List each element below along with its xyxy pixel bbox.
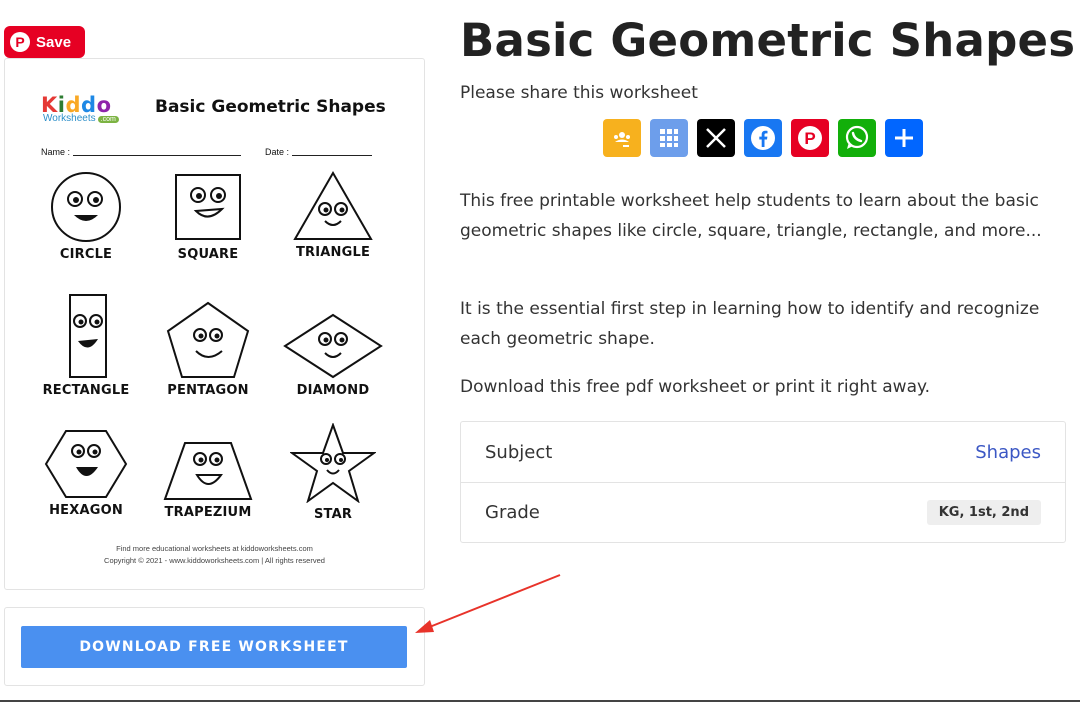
subject-link[interactable]: Shapes (975, 442, 1041, 463)
name-label: Name : (41, 147, 71, 157)
shape-label: HEXAGON (49, 503, 123, 518)
share-label: Please share this worksheet (460, 83, 698, 103)
shape-label: CIRCLE (59, 247, 113, 262)
worksheet-title: Basic Geometric Shapes (155, 97, 386, 117)
shape-square: SQUARE (148, 171, 268, 262)
grade-row: Grade KG, 1st, 2nd (461, 482, 1065, 542)
grid-icon (660, 129, 678, 147)
shape-triangle: TRIANGLE (273, 169, 393, 260)
shape-diamond: DIAMOND (273, 313, 393, 398)
logo-com: .com (97, 116, 119, 123)
classroom-icon (614, 132, 630, 147)
worksheet-meta-table: Subject Shapes Grade KG, 1st, 2nd (460, 421, 1066, 543)
shape-star: STAR (273, 423, 393, 522)
shape-trapezium: TRAPEZIUM (148, 441, 268, 520)
description-2: It is the essential first step in learni… (460, 299, 1040, 349)
svg-text:P: P (804, 129, 815, 148)
shape-circle: CIRCLE (26, 171, 146, 262)
footer-line-2: Copyright © 2021 - www.kiddoworksheets.c… (104, 556, 325, 565)
shape-hexagon: HEXAGON (26, 429, 146, 518)
microsoft-teams-share-button[interactable] (650, 119, 688, 157)
shape-label: SQUARE (177, 247, 239, 262)
grade-badge: KG, 1st, 2nd (926, 500, 1041, 525)
date-line (292, 147, 373, 156)
date-label: Date : (265, 147, 290, 157)
description-1: This free printable worksheet help stude… (460, 191, 1042, 241)
name-line (73, 147, 242, 156)
annotation-arrow-icon (415, 574, 561, 633)
share-button[interactable] (885, 119, 923, 157)
shape-label: RECTANGLE (42, 383, 130, 398)
download-card: DOWNLOAD FREE WORKSHEET (4, 607, 425, 686)
shape-label: STAR (313, 507, 353, 522)
shape-label: TRAPEZIUM (164, 505, 252, 520)
x-icon (706, 128, 726, 148)
page-title: Basic Geometric Shapes (460, 14, 1076, 67)
pinterest-share-button[interactable]: P (791, 119, 829, 157)
google-classroom-share-button[interactable] (603, 119, 641, 157)
download-button[interactable]: DOWNLOAD FREE WORKSHEET (21, 626, 407, 668)
shape-label: DIAMOND (296, 383, 370, 398)
description-3: Download this free pdf worksheet or prin… (460, 377, 931, 397)
shape-pentagon: PENTAGON (148, 301, 268, 398)
x-share-button[interactable] (697, 119, 735, 157)
pinterest-save-button[interactable]: P Save (4, 26, 85, 58)
share-buttons: P (603, 119, 923, 157)
pinterest-icon: P (798, 126, 822, 150)
worksheet-footer: Find more educational worksheets at kidd… (5, 543, 424, 567)
whatsapp-share-button[interactable] (838, 119, 876, 157)
logo-sub: Worksheets (43, 113, 96, 124)
plus-icon (895, 129, 913, 147)
facebook-icon (751, 126, 775, 150)
kiddo-logo: Kiddo Worksheets .com (41, 93, 119, 124)
save-label: Save (36, 33, 72, 51)
facebook-share-button[interactable] (744, 119, 782, 157)
shape-label: PENTAGON (167, 383, 249, 398)
worksheet-preview[interactable]: Kiddo Worksheets .com Basic Geometric Sha… (4, 58, 425, 590)
subject-row: Subject Shapes (461, 422, 1065, 482)
shape-label: TRIANGLE (295, 245, 371, 260)
grade-key: Grade (485, 502, 540, 523)
footer-line-1: Find more educational worksheets at kidd… (116, 544, 313, 553)
subject-key: Subject (485, 441, 553, 463)
shape-rectangle: RECTANGLE (26, 293, 146, 398)
pinterest-icon: P (10, 32, 30, 52)
worksheet-fields: Name : Date : (41, 147, 391, 157)
whatsapp-icon (845, 125, 869, 149)
